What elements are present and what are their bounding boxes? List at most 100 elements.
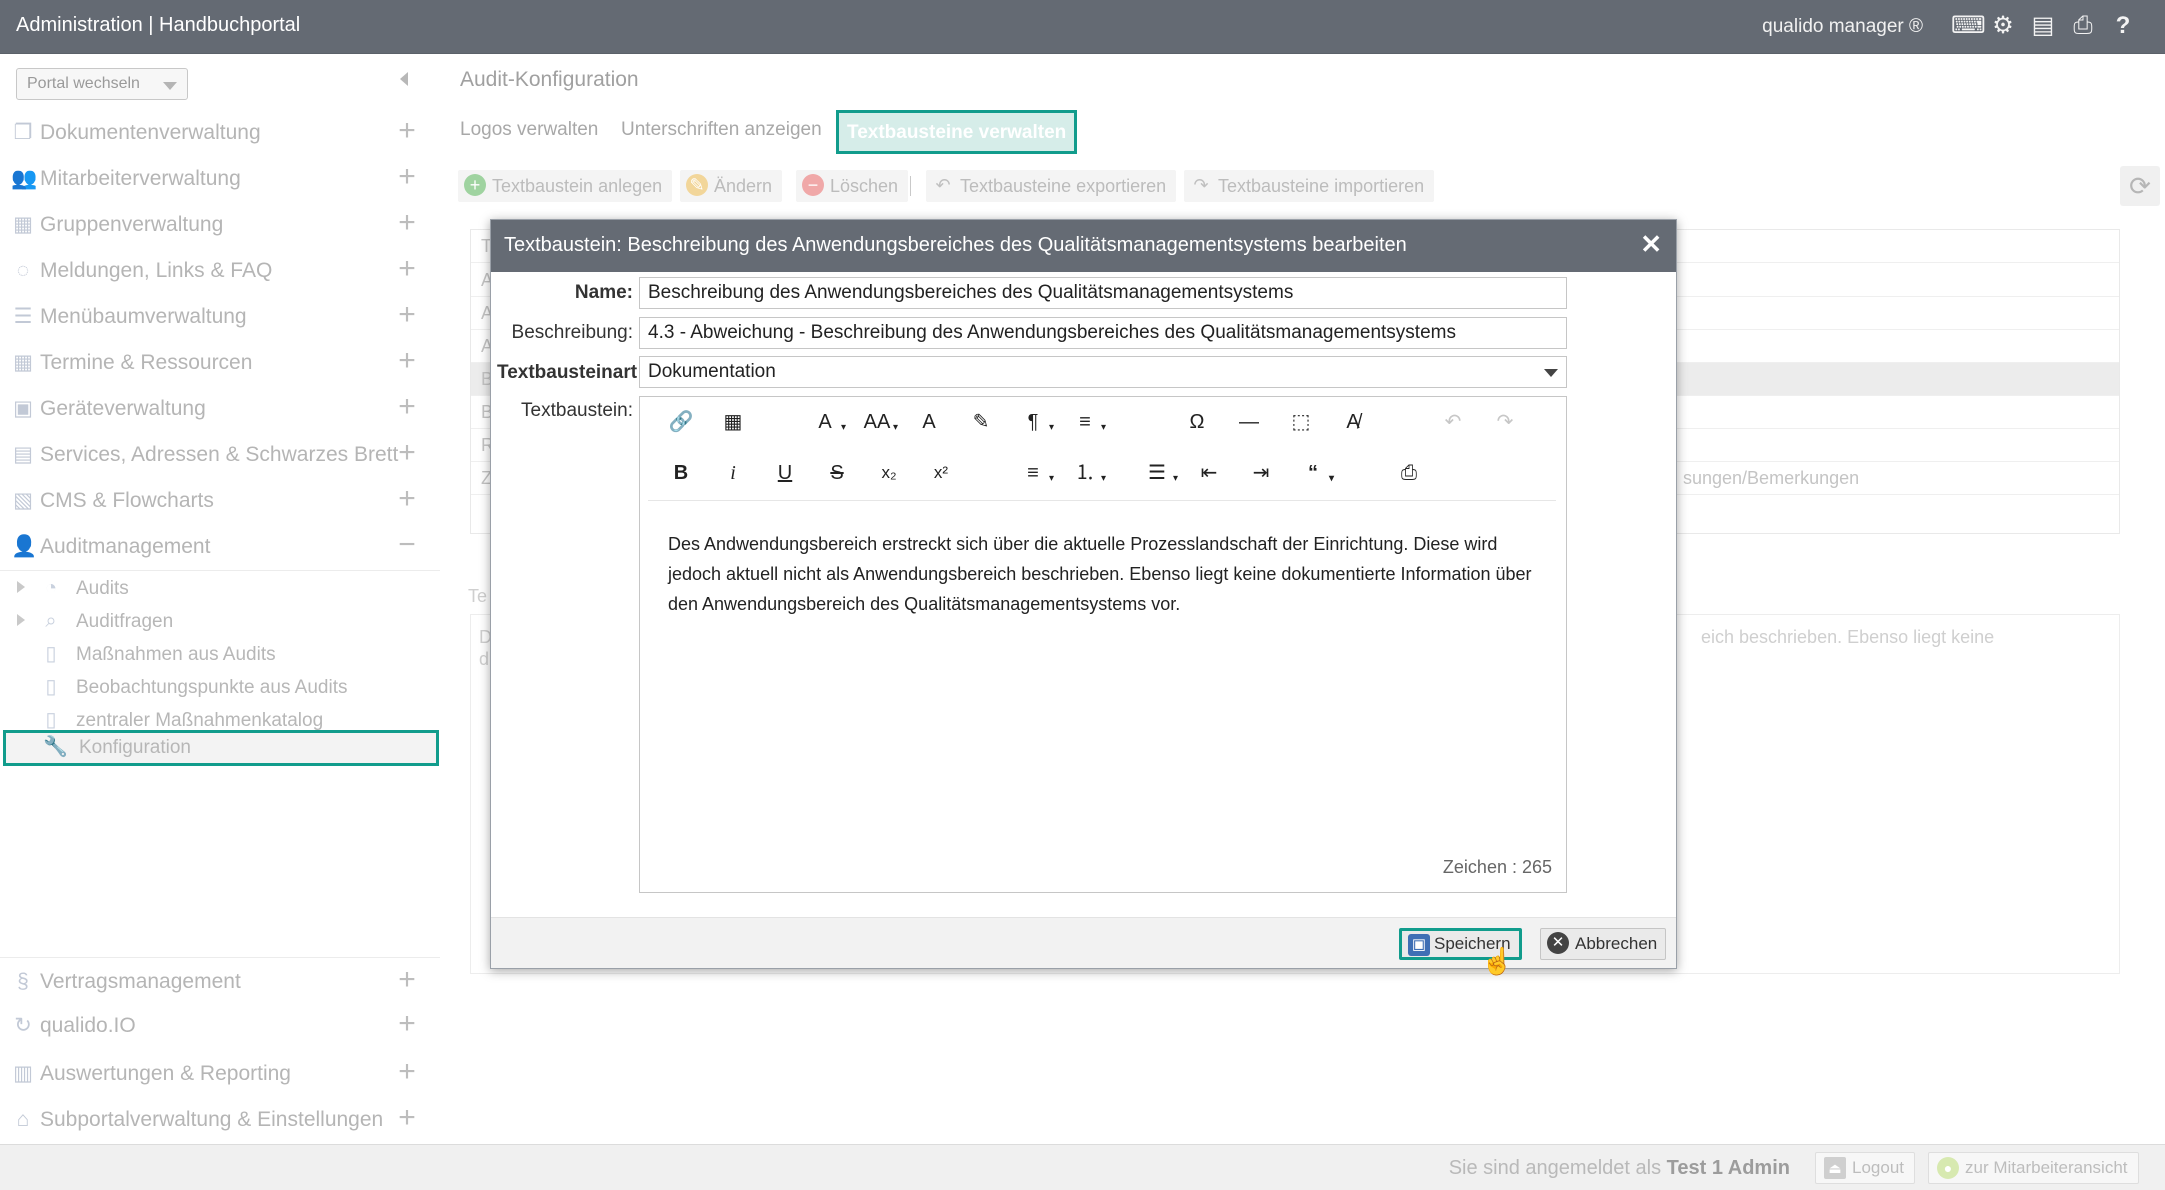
special-char-icon[interactable]: Ω: [1180, 405, 1214, 439]
sidebar-subitem-massnahmen[interactable]: ▯ Maßnahmen aus Audits: [0, 638, 440, 670]
table-icon[interactable]: ▦: [716, 405, 750, 439]
paragraph-icon: §: [17, 970, 29, 993]
expand-icon[interactable]: +: [396, 346, 418, 376]
superscript-icon[interactable]: x²: [924, 456, 958, 490]
undo-icon[interactable]: ↶: [1436, 405, 1470, 439]
user-name: Test 1 Admin: [1666, 1157, 1790, 1179]
sitemap-icon[interactable]: ⚙: [1991, 12, 2015, 40]
collapse-sidebar-icon[interactable]: [400, 72, 408, 86]
expand-icon[interactable]: +: [396, 1057, 418, 1087]
line-height-icon[interactable]: ≡ ▾: [1068, 405, 1106, 439]
tab-textbausteine[interactable]: Textbausteine verwalten: [836, 110, 1078, 154]
strikethrough-icon[interactable]: S: [820, 456, 854, 490]
sidebar-item-menuebaum[interactable]: ☰ Menübaumverwaltung +: [0, 295, 440, 339]
expand-icon[interactable]: +: [396, 484, 418, 514]
sidebar-item-qualido-io[interactable]: ↻ qualido.IO +: [0, 1004, 440, 1048]
sidebar-subitem-audits[interactable]: ◔ Audits: [0, 572, 440, 604]
subscript-icon[interactable]: x₂: [872, 456, 906, 490]
ordered-list-icon[interactable]: ⒈ ▾: [1068, 456, 1106, 490]
sidebar-subitem-auditfragen[interactable]: ⌕ Auditfragen: [0, 605, 440, 637]
sidebar-item-auditmanagement[interactable]: 👤 Auditmanagement −: [0, 525, 440, 569]
print-icon[interactable]: ⎙: [2071, 12, 2095, 40]
link-icon[interactable]: 🔗: [664, 405, 698, 439]
expand-icon[interactable]: +: [396, 300, 418, 330]
description-field[interactable]: 4.3 - Abweichung - Beschreibung des Anwe…: [639, 317, 1567, 349]
expand-icon[interactable]: +: [396, 1009, 418, 1039]
indent-icon[interactable]: ⇥: [1244, 456, 1278, 490]
paragraph-format-icon[interactable]: ¶ ▾: [1016, 405, 1054, 439]
select-all-icon[interactable]: ⬚: [1284, 405, 1318, 439]
print-icon[interactable]: ⎙: [1392, 456, 1426, 490]
edit-button[interactable]: ✎ Ändern: [680, 170, 783, 202]
expand-icon[interactable]: +: [396, 1103, 418, 1133]
keyboard-icon[interactable]: ⌨: [1951, 12, 1986, 40]
portal-select[interactable]: Portal wechseln: [16, 68, 188, 100]
button-label: Ändern: [714, 176, 773, 196]
horizontal-line-icon[interactable]: —: [1232, 405, 1266, 439]
sidebar-item-mitarbeiterverwaltung[interactable]: 👥 Mitarbeiterverwaltung +: [0, 157, 440, 201]
sidebar-subitem-konfiguration[interactable]: 🔧 Konfiguration: [3, 730, 439, 766]
font-size-icon[interactable]: AA ▾: [860, 405, 898, 439]
type-select[interactable]: Dokumentation: [639, 356, 1567, 388]
expand-icon[interactable]: +: [396, 116, 418, 146]
pdf-icon[interactable]: ▤: [2031, 12, 2055, 40]
logout-button[interactable]: ⏏ Logout: [1815, 1152, 1915, 1184]
doc-icon: ▯: [45, 709, 57, 731]
add-icon: +: [464, 174, 486, 196]
bold-icon[interactable]: B: [664, 456, 698, 490]
import-button[interactable]: ↷ Textbausteine importieren: [1184, 170, 1435, 202]
export-button[interactable]: ↶ Textbausteine exportieren: [926, 170, 1177, 202]
quote-icon[interactable]: “▾: [1296, 456, 1334, 490]
expand-icon[interactable]: +: [396, 254, 418, 284]
name-field[interactable]: Beschreibung des Anwendungsbereiches des…: [639, 277, 1567, 309]
sidebar-item-geraete[interactable]: ▣ Geräteverwaltung +: [0, 387, 440, 431]
sidebar-item-meldungen[interactable]: ◌ Meldungen, Links & FAQ +: [0, 249, 440, 293]
font-icon[interactable]: A ▾: [808, 405, 846, 439]
text-color-icon[interactable]: A: [912, 405, 946, 439]
outdent-icon[interactable]: ⇤: [1192, 456, 1226, 490]
tab-unterschriften[interactable]: Unterschriften anzeigen: [613, 110, 830, 154]
sidebar-item-dokumentenverwaltung[interactable]: ❐ Dokumentenverwaltung +: [0, 111, 440, 155]
sidebar-item-services[interactable]: ▤ Services, Adressen & Schwarzes Brett +: [0, 433, 440, 477]
button-label: Textbausteine exportieren: [960, 176, 1167, 196]
delete-button[interactable]: − Löschen: [796, 170, 909, 202]
expand-icon[interactable]: +: [396, 965, 418, 995]
tab-logos[interactable]: Logos verwalten: [452, 110, 606, 154]
editor-content[interactable]: Des Andwendungsbereich erstreckt sich üb…: [668, 529, 1548, 619]
sidebar-item-vertragsmanagement[interactable]: § Vertragsmanagement +: [0, 960, 440, 1004]
expand-icon[interactable]: +: [396, 392, 418, 422]
clear-format-icon[interactable]: A̸: [1336, 405, 1370, 439]
sidebar-item-auswertungen[interactable]: ▥ Auswertungen & Reporting +: [0, 1052, 440, 1096]
expand-icon[interactable]: +: [396, 438, 418, 468]
highlight-icon[interactable]: ✎: [964, 405, 998, 439]
refresh-icon[interactable]: ⟳: [2120, 166, 2160, 206]
sidebar-item-label: CMS & Flowcharts: [40, 489, 214, 512]
documents-icon: ❐: [13, 121, 33, 144]
expand-icon[interactable]: +: [396, 162, 418, 192]
redo-icon[interactable]: ↷: [1488, 405, 1522, 439]
sidebar-item-gruppenverwaltung[interactable]: ▦ Gruppenverwaltung +: [0, 203, 440, 247]
rich-text-editor[interactable]: 🔗 ▦ A ▾ AA ▾ A ✎ ¶ ▾ ≡ ▾ Ω — ⬚ A̸ ↶ ↷ B i U …: [639, 396, 1567, 893]
close-icon: ✕: [1547, 932, 1569, 954]
sidebar-item-termine[interactable]: ▦ Termine & Ressourcen +: [0, 341, 440, 385]
expand-arrow-icon[interactable]: [17, 581, 25, 593]
align-icon[interactable]: ≡ ▾: [1016, 456, 1054, 490]
sidebar-item-cms[interactable]: ▧ CMS & Flowcharts +: [0, 479, 440, 523]
reply-icon: ↶: [935, 175, 951, 195]
sidebar-subitem-beobachtungspunkte[interactable]: ▯ Beobachtungspunkte aus Audits: [0, 671, 440, 703]
close-icon[interactable]: ✕: [1640, 230, 1662, 258]
add-textbaustein-button[interactable]: + Textbaustein anlegen: [458, 170, 673, 202]
italic-icon[interactable]: i: [716, 456, 750, 490]
unordered-list-icon[interactable]: ☰ ▾: [1140, 456, 1178, 490]
char-count: Zeichen : 265: [1442, 857, 1552, 877]
collapse-icon[interactable]: −: [396, 530, 418, 560]
detail-text: eich beschrieben. Ebenso liegt keine: [1701, 627, 1995, 647]
underline-icon[interactable]: U: [768, 456, 802, 490]
expand-icon[interactable]: +: [396, 208, 418, 238]
sidebar-item-subportal[interactable]: ⌂ Subportalverwaltung & Einstellungen +: [0, 1098, 440, 1142]
cancel-button[interactable]: ✕ Abbrechen: [1540, 928, 1667, 960]
employee-view-button[interactable]: ● zur Mitarbeiteransicht: [1928, 1152, 2139, 1184]
help-icon[interactable]: ?: [2111, 12, 2135, 40]
expand-arrow-icon[interactable]: [17, 614, 25, 626]
sync-icon: ↻: [14, 1014, 32, 1037]
